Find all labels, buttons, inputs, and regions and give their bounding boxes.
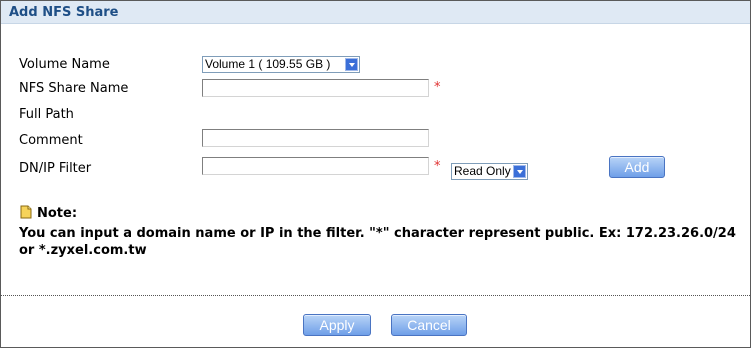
note-heading: Note: <box>19 205 77 221</box>
comment-label: Comment <box>19 133 83 148</box>
nfs-share-name-input[interactable] <box>202 79 429 97</box>
panel-header: Add NFS Share <box>1 1 750 24</box>
nfs-share-name-label: NFS Share Name <box>19 81 129 96</box>
dn-ip-filter-input[interactable] <box>202 157 429 175</box>
required-mark: * <box>434 159 441 174</box>
comment-input[interactable] <box>202 129 429 147</box>
access-select[interactable]: Read Only <box>451 163 528 180</box>
chevron-down-icon[interactable] <box>513 165 526 178</box>
dn-ip-filter-label: DN/IP Filter <box>19 161 92 176</box>
full-path-label: Full Path <box>19 107 74 122</box>
add-button[interactable]: Add <box>609 156 665 178</box>
volume-name-select[interactable]: Volume 1 ( 109.55 GB ) <box>202 56 360 73</box>
chevron-down-icon[interactable] <box>345 58 358 71</box>
apply-button[interactable]: Apply <box>303 314 371 336</box>
divider <box>1 295 750 296</box>
access-value: Read Only <box>454 164 511 178</box>
required-mark: * <box>434 80 441 95</box>
volume-name-value: Volume 1 ( 109.55 GB ) <box>205 57 331 71</box>
note-text: You can input a domain name or IP in the… <box>19 226 736 258</box>
volume-name-label: Volume Name <box>19 57 110 72</box>
cancel-button[interactable]: Cancel <box>391 314 467 336</box>
note-label: Note: <box>37 206 78 221</box>
panel-title: Add NFS Share <box>9 5 119 20</box>
note-icon <box>19 205 33 219</box>
nfs-share-panel: Add NFS Share Volume Name Volume 1 ( 109… <box>0 0 751 348</box>
